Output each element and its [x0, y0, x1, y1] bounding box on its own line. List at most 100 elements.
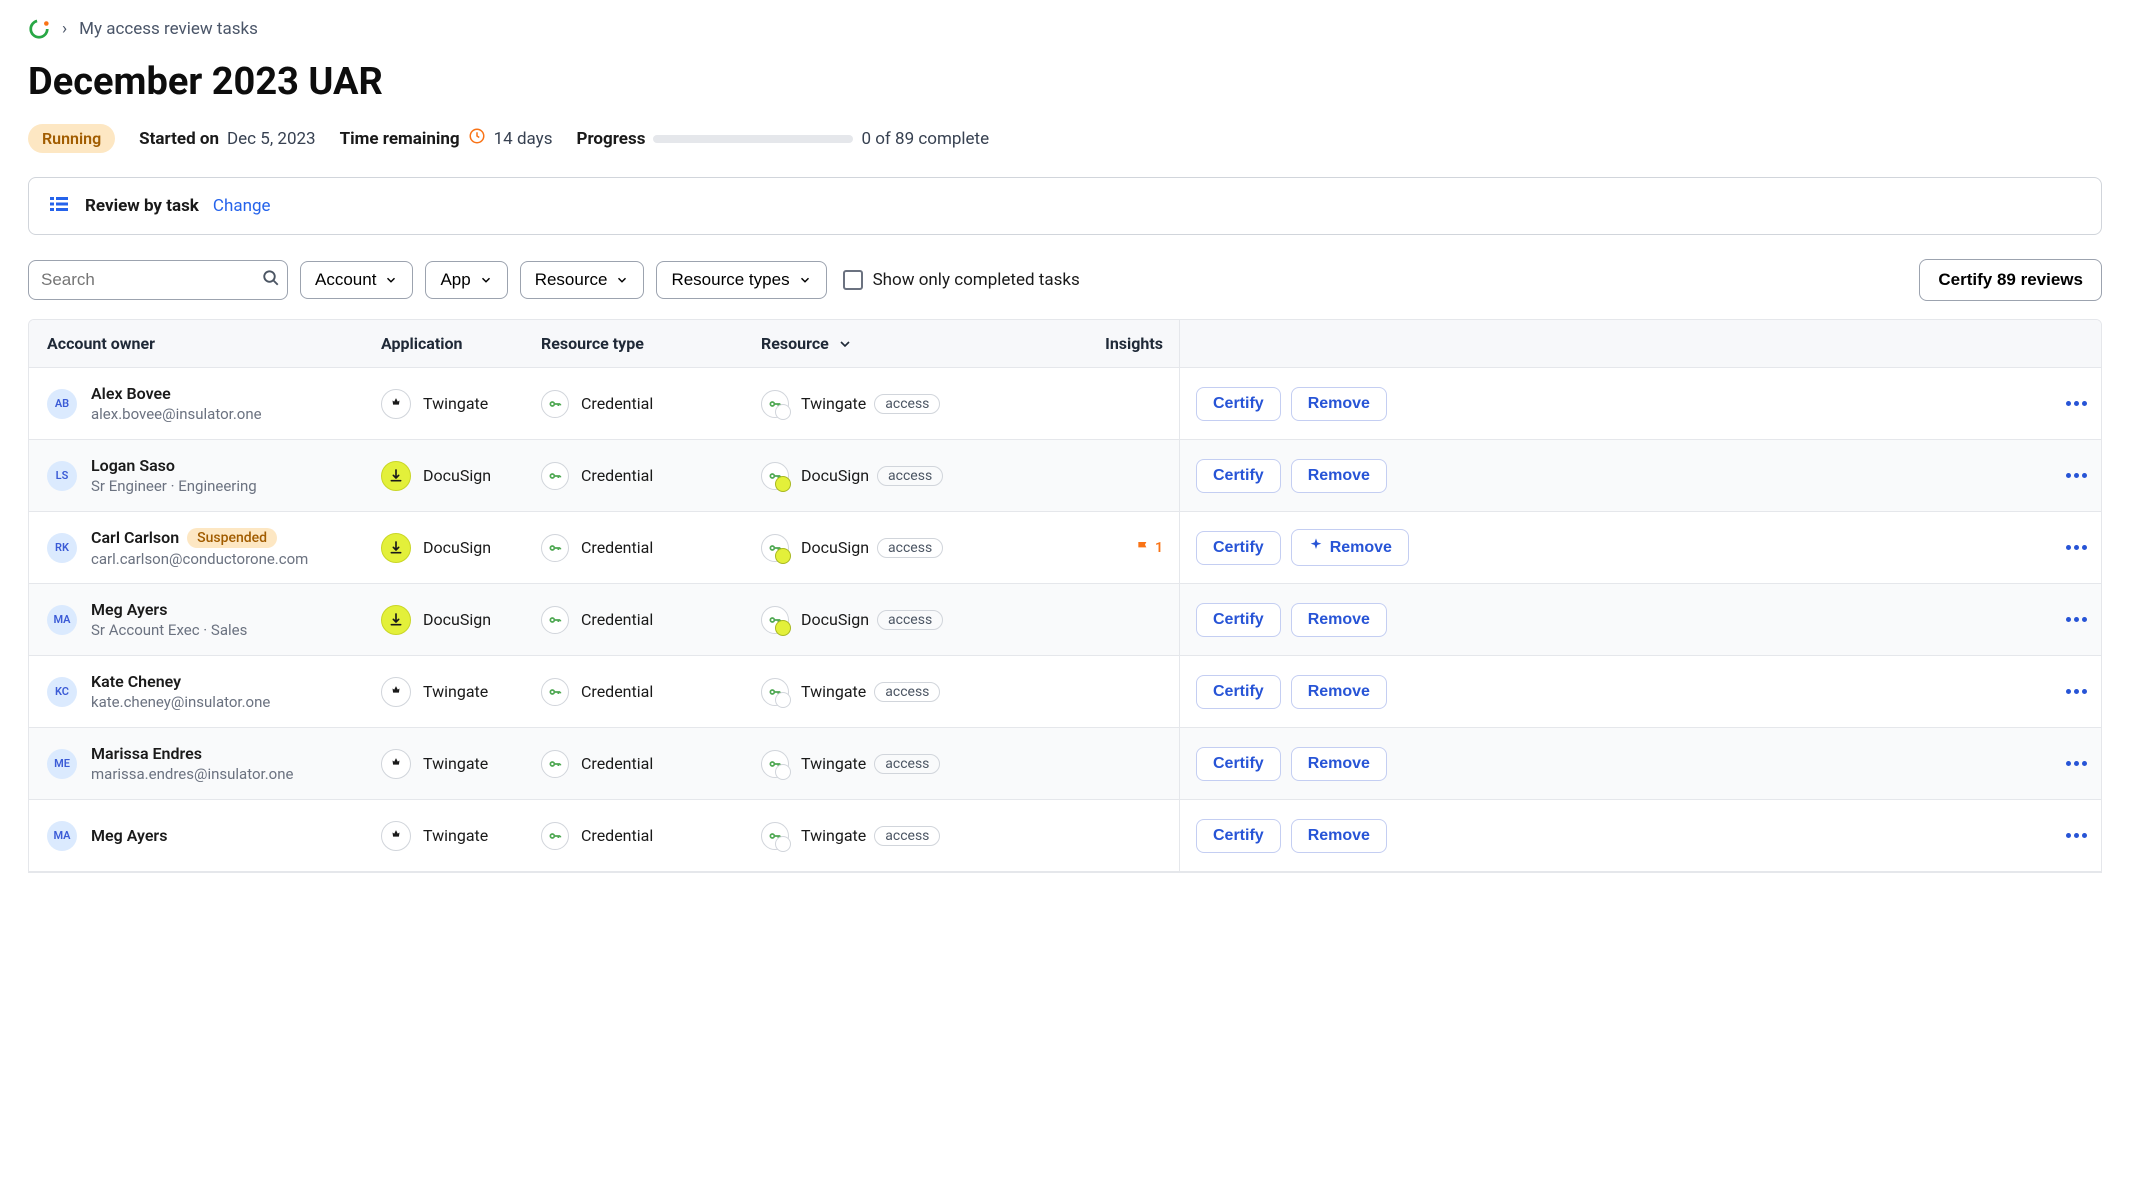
certify-button[interactable]: Certify [1196, 675, 1281, 709]
more-actions-icon[interactable] [2066, 545, 2087, 550]
application-name[interactable]: Twingate [423, 754, 488, 773]
key-icon [541, 462, 569, 490]
breadcrumb-separator: › [62, 19, 67, 39]
remove-button[interactable]: Remove [1291, 819, 1387, 853]
more-actions-icon[interactable] [2066, 761, 2087, 766]
resource-key-icon [761, 606, 789, 634]
page-title: December 2023 UAR [28, 60, 2102, 104]
twingate-app-icon [381, 749, 411, 779]
resource-name[interactable]: Twingate [801, 394, 866, 413]
more-actions-icon[interactable] [2066, 689, 2087, 694]
table-row: KC Kate Cheney kate.cheney@insulator.one… [29, 656, 2101, 728]
more-actions-icon[interactable] [2066, 833, 2087, 838]
col-resource-type[interactable]: Resource type [529, 320, 749, 367]
review-mode-bar: Review by task Change [28, 177, 2102, 235]
docusign-app-icon [381, 461, 411, 491]
resource-name[interactable]: DocuSign [801, 538, 869, 557]
chevron-down-icon [837, 336, 853, 352]
owner-name[interactable]: Kate Cheney [91, 672, 270, 691]
change-link[interactable]: Change [213, 196, 271, 216]
access-tag: access [877, 466, 943, 486]
sparkle-icon [1308, 537, 1324, 558]
chevron-down-icon [479, 273, 493, 287]
owner-name[interactable]: Alex Bovee [91, 384, 262, 403]
certify-button[interactable]: Certify [1196, 603, 1281, 637]
resource-type-name: Credential [581, 466, 653, 485]
progress-label: Progress [576, 129, 645, 149]
key-icon [541, 750, 569, 778]
show-completed-label: Show only completed tasks [873, 270, 1080, 290]
resource-name[interactable]: Twingate [801, 682, 866, 701]
time-remaining-label: Time remaining [340, 129, 460, 149]
filter-resource-types[interactable]: Resource types [656, 261, 826, 299]
col-actions [1179, 320, 2101, 367]
certify-button[interactable]: Certify [1196, 531, 1281, 565]
more-actions-icon[interactable] [2066, 401, 2087, 406]
time-remaining-value: 14 days [494, 129, 553, 149]
search-icon[interactable] [262, 269, 280, 291]
table-row: AB Alex Bovee alex.bovee@insulator.one T… [29, 368, 2101, 440]
col-account-owner[interactable]: Account owner [29, 320, 369, 367]
resource-type-name: Credential [581, 826, 653, 845]
insight-flag[interactable]: 1 [1135, 540, 1163, 556]
application-name[interactable]: Twingate [423, 682, 488, 701]
status-badge: Running [28, 124, 115, 153]
certify-button[interactable]: Certify [1196, 459, 1281, 493]
remove-button[interactable]: Remove [1291, 459, 1387, 493]
avatar: RK [47, 533, 77, 563]
resource-type-name: Credential [581, 682, 653, 701]
table-row: RK Carl Carlson Suspended carl.carlson@c… [29, 512, 2101, 584]
owner-name[interactable]: Marissa Endres [91, 744, 293, 763]
breadcrumb-current[interactable]: My access review tasks [79, 19, 258, 39]
table-row: ME Marissa Endres marissa.endres@insulat… [29, 728, 2101, 800]
remove-button[interactable]: Remove [1291, 675, 1387, 709]
col-application[interactable]: Application [369, 320, 529, 367]
twingate-app-icon [381, 821, 411, 851]
resource-name[interactable]: DocuSign [801, 610, 869, 629]
owner-sub: alex.bovee@insulator.one [91, 405, 262, 423]
more-actions-icon[interactable] [2066, 473, 2087, 478]
more-actions-icon[interactable] [2066, 617, 2087, 622]
remove-button[interactable]: Remove [1291, 529, 1409, 566]
application-name[interactable]: DocuSign [423, 466, 491, 485]
certify-button[interactable]: Certify [1196, 747, 1281, 781]
owner-sub: Sr Engineer · Engineering [91, 477, 257, 495]
filter-resource[interactable]: Resource [520, 261, 645, 299]
avatar: MA [47, 821, 77, 851]
owner-name[interactable]: Logan Saso [91, 456, 257, 475]
owner-sub: kate.cheney@insulator.one [91, 693, 270, 711]
docusign-app-icon [381, 533, 411, 563]
application-name[interactable]: DocuSign [423, 538, 491, 557]
resource-name[interactable]: DocuSign [801, 466, 869, 485]
application-name[interactable]: Twingate [423, 394, 488, 413]
remove-button[interactable]: Remove [1291, 747, 1387, 781]
certify-button[interactable]: Certify [1196, 819, 1281, 853]
logo-icon[interactable] [28, 18, 50, 40]
resource-type-name: Credential [581, 610, 653, 629]
col-insights[interactable]: Insights [1079, 320, 1179, 367]
search-box[interactable] [28, 260, 288, 300]
status-row: Running Started on Dec 5, 2023 Time rema… [28, 124, 2102, 153]
resource-name[interactable]: Twingate [801, 754, 866, 773]
chevron-down-icon [615, 273, 629, 287]
resource-name[interactable]: Twingate [801, 826, 866, 845]
application-name[interactable]: Twingate [423, 826, 488, 845]
application-name[interactable]: DocuSign [423, 610, 491, 629]
clock-icon [468, 127, 486, 150]
key-icon [541, 606, 569, 634]
owner-name[interactable]: Meg Ayers [91, 826, 167, 845]
search-input[interactable] [41, 270, 262, 290]
avatar: KC [47, 677, 77, 707]
owner-name[interactable]: Carl Carlson Suspended [91, 528, 308, 548]
certify-all-button[interactable]: Certify 89 reviews [1919, 259, 2102, 301]
col-resource[interactable]: Resource [749, 320, 1079, 367]
certify-button[interactable]: Certify [1196, 387, 1281, 421]
remove-button[interactable]: Remove [1291, 387, 1387, 421]
filter-account[interactable]: Account [300, 261, 413, 299]
table-row: MA Meg Ayers Sr Account Exec · Sales Doc… [29, 584, 2101, 656]
show-completed-checkbox[interactable] [843, 270, 863, 290]
owner-name[interactable]: Meg Ayers [91, 600, 247, 619]
filter-app[interactable]: App [425, 261, 507, 299]
avatar: MA [47, 605, 77, 635]
remove-button[interactable]: Remove [1291, 603, 1387, 637]
